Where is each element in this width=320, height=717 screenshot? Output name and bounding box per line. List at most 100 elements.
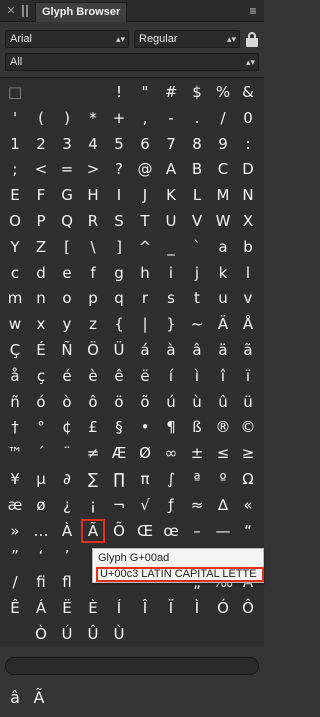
glyph-cell[interactable]: 1: [3, 132, 27, 156]
glyph-cell[interactable]: =: [55, 157, 79, 181]
glyph-cell[interactable]: ù: [185, 390, 209, 414]
glyph-cell[interactable]: æ: [3, 493, 27, 517]
glyph-cell[interactable]: N: [236, 183, 260, 207]
glyph-cell[interactable]: J: [133, 183, 157, 207]
glyph-cell[interactable]: °: [29, 415, 53, 439]
glyph-cell[interactable]: Q: [55, 209, 79, 233]
glyph-cell[interactable]: Ê: [3, 596, 27, 620]
glyph-cell[interactable]: U: [159, 209, 183, 233]
glyph-cell[interactable]: Í: [107, 596, 131, 620]
glyph-cell[interactable]: ø: [29, 493, 53, 517]
recent-glyph-cell[interactable]: â: [3, 685, 27, 709]
glyph-cell[interactable]: î: [211, 364, 235, 388]
glyph-cell[interactable]: ï: [236, 364, 260, 388]
glyph-cell[interactable]: E: [3, 183, 27, 207]
glyph-cell[interactable]: *: [81, 106, 105, 130]
glyph-cell[interactable]: Ç: [3, 338, 27, 362]
glyph-cell[interactable]: @: [133, 157, 157, 181]
glyph-cell[interactable]: F: [29, 183, 53, 207]
glyph-cell[interactable]: 6: [133, 132, 157, 156]
glyph-cell[interactable]: Ñ: [55, 338, 79, 362]
glyph-cell[interactable]: p: [81, 286, 105, 310]
glyph-cell[interactable]: s: [159, 286, 183, 310]
glyph-cell[interactable]: ô: [81, 390, 105, 414]
glyph-cell[interactable]: u: [211, 286, 235, 310]
glyph-cell[interactable]: f: [81, 261, 105, 285]
panel-menu-icon[interactable]: ≡: [246, 3, 260, 19]
glyph-cell[interactable]: ƒ: [159, 493, 183, 517]
glyph-cell[interactable]: z: [81, 312, 105, 336]
glyph-cell[interactable]: »: [3, 519, 27, 543]
glyph-cell[interactable]: Y: [3, 235, 27, 259]
glyph-cell[interactable]: ∫: [159, 467, 183, 491]
glyph-cell[interactable]: Û: [81, 622, 105, 646]
glyph-cell[interactable]: □: [3, 80, 27, 104]
glyph-cell[interactable]: (: [29, 106, 53, 130]
glyph-cell[interactable]: ó: [29, 390, 53, 414]
glyph-cell[interactable]: è: [81, 364, 105, 388]
glyph-cell[interactable]: O: [3, 209, 27, 233]
glyph-cell[interactable]: ™: [3, 441, 27, 465]
glyph-cell[interactable]: m: [3, 286, 27, 310]
glyph-cell[interactable]: ü: [236, 390, 260, 414]
glyph-cell[interactable]: x: [29, 312, 53, 336]
glyph-cell[interactable]: ò: [55, 390, 79, 414]
glyph-cell[interactable]: Å: [236, 312, 260, 336]
glyph-cell[interactable]: fi: [29, 570, 53, 594]
glyph-cell[interactable]: é: [55, 364, 79, 388]
glyph-cell[interactable]: Æ: [107, 441, 131, 465]
glyph-cell[interactable]: ê: [107, 364, 131, 388]
glyph-cell[interactable]: t: [185, 286, 209, 310]
glyph-cell[interactable]: Ã: [81, 518, 105, 543]
recent-glyph-cell[interactable]: Ã: [27, 685, 51, 709]
glyph-cell[interactable]: g: [107, 261, 131, 285]
glyph-cell[interactable]: ±: [185, 441, 209, 465]
glyph-cell[interactable]: j: [185, 261, 209, 285]
glyph-cell[interactable]: 7: [159, 132, 183, 156]
glyph-cell[interactable]: y: [55, 312, 79, 336]
glyph-cell[interactable]: Z: [29, 235, 53, 259]
glyph-cell[interactable]: -: [159, 106, 183, 130]
glyph-cell[interactable]: I: [107, 183, 131, 207]
glyph-cell[interactable]: •: [133, 415, 157, 439]
glyph-cell[interactable]: í: [159, 364, 183, 388]
glyph-cell[interactable]: L: [185, 183, 209, 207]
glyph-cell[interactable]: â: [185, 338, 209, 362]
glyph-cell[interactable]: _: [159, 235, 183, 259]
glyph-cell[interactable]: ç: [29, 364, 53, 388]
lock-icon[interactable]: [245, 30, 259, 48]
glyph-cell[interactable]: Œ: [133, 519, 157, 543]
glyph-cell[interactable]: M: [211, 183, 235, 207]
glyph-cell[interactable]: Ä: [211, 312, 235, 336]
glyph-cell[interactable]: Ù: [107, 622, 131, 646]
glyph-cell[interactable]: r: [133, 286, 157, 310]
glyph-cell[interactable]: Ò: [29, 622, 53, 646]
glyph-cell[interactable]: Ì: [185, 596, 209, 620]
glyph-cell[interactable]: D: [236, 157, 260, 181]
glyph-cell[interactable]: {: [107, 312, 131, 336]
glyph-cell[interactable]: ,: [133, 106, 157, 130]
tab-glyph-browser[interactable]: Glyph Browser: [35, 2, 128, 22]
glyph-cell[interactable]: º: [211, 467, 235, 491]
glyph-cell[interactable]: √: [133, 493, 157, 517]
glyph-cell[interactable]: ;: [3, 157, 27, 181]
glyph-cell[interactable]: ú: [159, 390, 183, 414]
glyph-cell[interactable]: Ú: [55, 622, 79, 646]
glyph-cell[interactable]: T: [133, 209, 157, 233]
glyph-cell[interactable]: ´: [29, 441, 53, 465]
glyph-cell[interactable]: µ: [29, 467, 53, 491]
glyph-cell[interactable]: ß: [185, 415, 209, 439]
glyph-cell[interactable]: :: [236, 132, 260, 156]
glyph-cell[interactable]: a: [211, 235, 235, 259]
glyph-cell[interactable]: Õ: [107, 519, 131, 543]
glyph-cell[interactable]: ¢: [55, 415, 79, 439]
glyph-cell[interactable]: ): [55, 106, 79, 130]
glyph-cell[interactable]: Ô: [236, 596, 260, 620]
glyph-cell[interactable]: ∆: [211, 493, 235, 517]
glyph-cell[interactable]: ¶: [159, 415, 183, 439]
glyph-cell[interactable]: ≠: [81, 441, 105, 465]
glyph-cell[interactable]: ä: [211, 338, 235, 362]
glyph-cell[interactable]: S: [107, 209, 131, 233]
glyph-cell[interactable]: o: [55, 286, 79, 310]
close-icon[interactable]: ✕: [5, 5, 17, 17]
